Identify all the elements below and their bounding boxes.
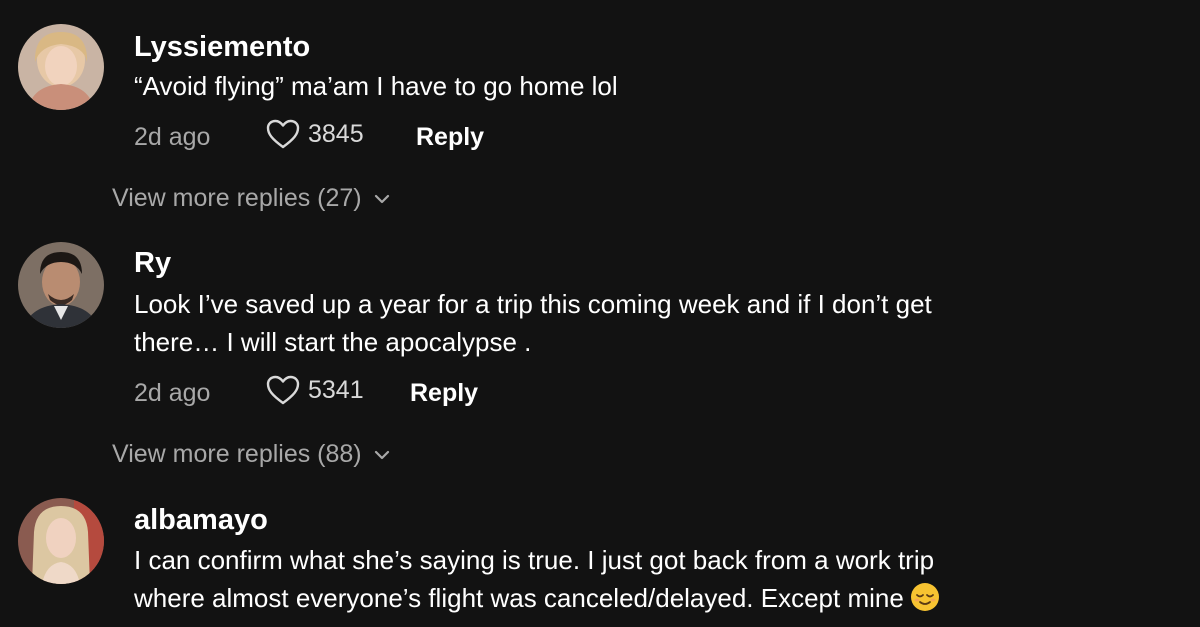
comment-text-line: where almost everyone’s flight was cance… [134, 579, 1154, 617]
user-photo-icon [18, 498, 104, 584]
comment-text-line: I can confirm what she’s saying is true.… [134, 545, 935, 575]
comment-text-segment: where almost everyone’s flight was cance… [134, 583, 904, 613]
relieved-face-emoji-icon [910, 583, 939, 611]
avatar[interactable] [18, 498, 104, 584]
comment-text: I can confirm what she’s saying is true.… [134, 541, 1154, 617]
comment-username[interactable]: albamayo [134, 504, 268, 537]
comment-item: albamayo I can confirm what she’s saying… [0, 0, 1200, 627]
